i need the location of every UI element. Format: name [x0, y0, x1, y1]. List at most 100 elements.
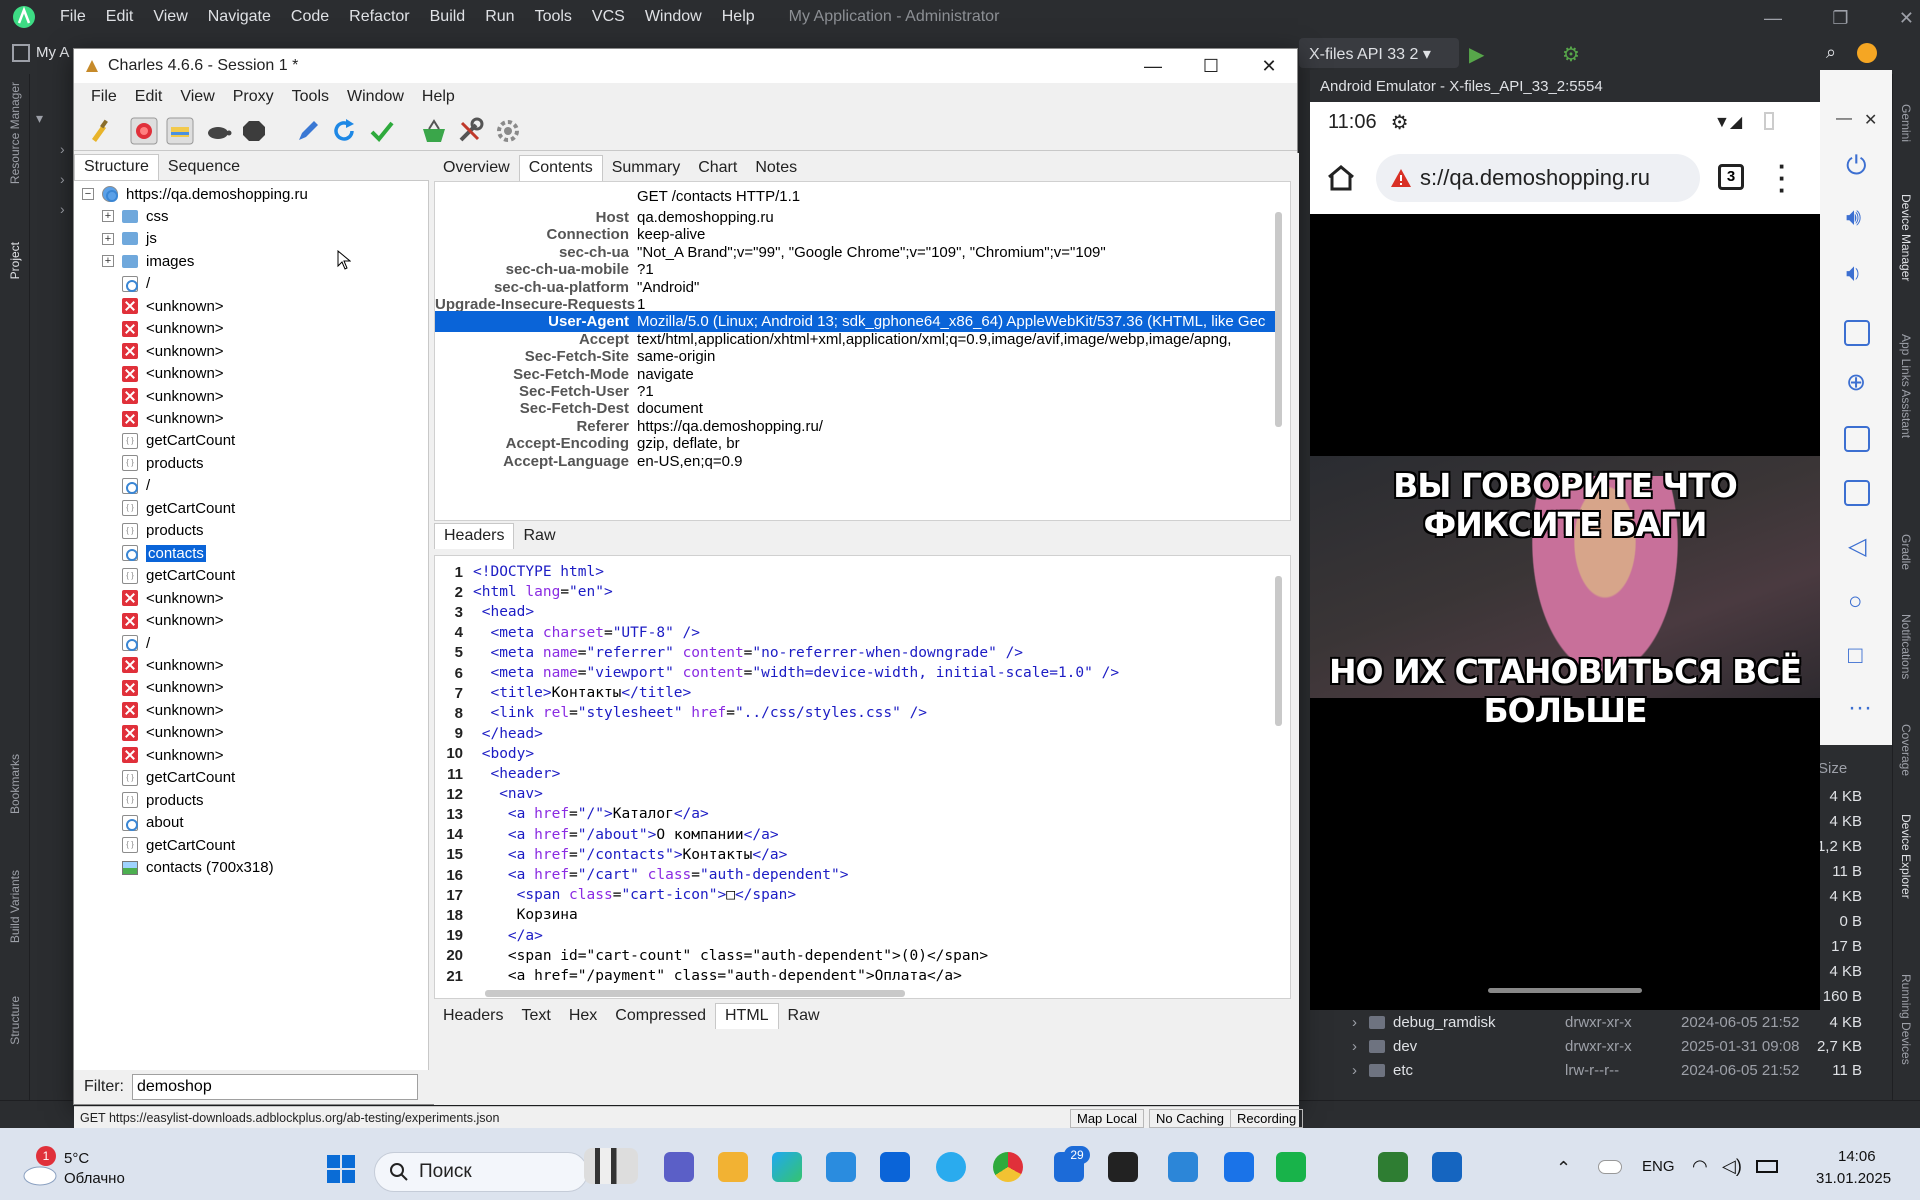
tab-response-compressed[interactable]: Compressed [606, 1004, 715, 1029]
tab-response-hex[interactable]: Hex [560, 1004, 606, 1029]
minimize-icon[interactable]: — [1764, 8, 1782, 29]
tree-item[interactable]: contacts (700x318) [102, 857, 274, 879]
chevron-right-icon[interactable]: › [1352, 1038, 1357, 1055]
more-options-icon[interactable]: ··· [1848, 694, 1872, 722]
tab-contents[interactable]: Contents [518, 155, 603, 181]
close-button[interactable]: ✕ [1240, 49, 1298, 83]
tree-item[interactable]: − https://qa.demoshopping.ru [82, 183, 308, 205]
no-caching-button[interactable]: No Caching [1149, 1109, 1231, 1128]
tool-device-manager[interactable]: Device Manager [1899, 194, 1913, 281]
file-explorer-icon[interactable] [718, 1152, 748, 1182]
expand-icon[interactable]: + [102, 210, 114, 223]
tab-response-raw[interactable]: Raw [779, 1004, 829, 1029]
search-icon[interactable]: ⌕ [1826, 42, 1836, 63]
tree-item[interactable]: { } getCartCount [102, 430, 235, 452]
menu-window[interactable]: Window [338, 88, 413, 106]
refresh-icon[interactable] [330, 117, 358, 145]
stop-sign-icon[interactable] [240, 117, 268, 145]
tree-item[interactable]: + css [102, 205, 169, 227]
tree-item[interactable]: <unknown> [102, 408, 224, 430]
run-icon[interactable]: ▶ [1469, 42, 1484, 67]
tab-summary[interactable]: Summary [603, 156, 689, 181]
debug-icon[interactable]: ⚙ [1562, 42, 1580, 67]
tree-item[interactable]: <unknown> [102, 363, 224, 385]
tool-notifications[interactable]: Notifications [1899, 614, 1913, 679]
file-row[interactable]: › dev drwxr-xr-x 2025-01-31 09:08 2,7 KB [1318, 1034, 1892, 1058]
ide-menu-tools[interactable]: Tools [525, 8, 582, 26]
tab-request-raw[interactable]: Raw [514, 524, 564, 549]
menu-edit[interactable]: Edit [126, 88, 172, 106]
request-line-row[interactable]: GET /contacts HTTP/1.1 [435, 186, 1275, 207]
tab-response-headers[interactable]: Headers [434, 1004, 512, 1029]
ide-menu-view[interactable]: View [143, 8, 197, 26]
rotate-right-icon[interactable] [1844, 480, 1870, 506]
record-icon[interactable] [130, 117, 158, 145]
ide-menu-build[interactable]: Build [420, 8, 476, 26]
tool-structure[interactable]: Structure [8, 996, 22, 1045]
tool-build-variants[interactable]: Build Variants [8, 870, 22, 943]
ide-menu-navigate[interactable]: Navigate [198, 8, 281, 26]
tab-count-button[interactable]: 3 [1718, 164, 1744, 190]
filter-input[interactable] [132, 1074, 418, 1100]
tree-item[interactable]: <unknown> [102, 654, 224, 676]
tree-item[interactable]: <unknown> [102, 722, 224, 744]
size-column-header[interactable]: Size [1818, 760, 1847, 777]
tree-item[interactable]: + images [102, 250, 194, 272]
language-indicator[interactable]: ENG [1642, 1158, 1675, 1175]
tree-item[interactable]: contacts [102, 542, 206, 564]
volume-down-icon[interactable]: 🔉︎ [1846, 260, 1861, 288]
checkmark-icon[interactable] [368, 117, 396, 145]
menu-tools[interactable]: Tools [283, 88, 338, 106]
tree-item[interactable]: { } getCartCount [102, 565, 235, 587]
zebra-widget-icon[interactable] [584, 1148, 638, 1184]
ide-menu-edit[interactable]: Edit [96, 8, 144, 26]
header-row[interactable]: Accept-Language en-US,en;q=0.9 [435, 451, 1275, 472]
code-vertical-scrollbar[interactable] [1275, 576, 1282, 726]
emu-close-icon[interactable]: ✕ [1864, 110, 1877, 130]
gesture-bar[interactable] [1488, 988, 1642, 993]
tool-gradle[interactable]: Gradle [1899, 534, 1913, 570]
tree-item[interactable]: <unknown> [102, 610, 224, 632]
expand-icon[interactable]: + [102, 255, 114, 268]
tree-item[interactable]: { } products [102, 789, 204, 811]
tree-item[interactable]: <unknown> [102, 295, 224, 317]
code-horizontal-scrollbar[interactable] [485, 990, 905, 997]
menu-view[interactable]: View [171, 88, 223, 106]
headers-scrollbar[interactable] [1275, 212, 1282, 427]
tree-item[interactable]: { } getCartCount [102, 834, 235, 856]
overview-icon[interactable]: □ [1848, 642, 1863, 670]
tab-notes[interactable]: Notes [746, 156, 806, 181]
tree-item[interactable]: <unknown> [102, 318, 224, 340]
ide-menu-code[interactable]: Code [281, 8, 339, 26]
throttle-icon[interactable] [166, 117, 194, 145]
window-app-icon[interactable] [1168, 1152, 1198, 1182]
ide-menu-refactor[interactable]: Refactor [339, 8, 419, 26]
pen-edit-icon[interactable] [294, 117, 322, 145]
chrome-icon[interactable] [993, 1152, 1023, 1182]
onedrive-icon[interactable] [1598, 1160, 1622, 1174]
tree-item[interactable]: about [102, 812, 184, 834]
tree-item[interactable]: / [102, 273, 150, 295]
device-selector[interactable]: X-files API 33 2 ▾ [1299, 38, 1459, 68]
tool-app-links[interactable]: App Links Assistant [1899, 334, 1913, 438]
windows-start-icon[interactable] [326, 1154, 356, 1184]
teams-icon[interactable] [664, 1152, 694, 1182]
menu-help[interactable]: Help [413, 88, 464, 106]
ide-menu-help[interactable]: Help [712, 8, 765, 26]
tree-item[interactable]: <unknown> [102, 587, 224, 609]
ide-menu-window[interactable]: Window [635, 8, 712, 26]
battery-icon[interactable] [1756, 1160, 1778, 1173]
tab-response-html[interactable]: HTML [714, 1003, 779, 1029]
map-local-button[interactable]: Map Local [1070, 1109, 1144, 1128]
android-app-icon[interactable] [1378, 1152, 1408, 1182]
back-icon[interactable]: ◁ [1848, 532, 1866, 561]
sidebar-toggle-icon[interactable] [12, 44, 30, 62]
tab-structure[interactable]: Structure [74, 154, 159, 180]
emu-minimize-icon[interactable]: — [1836, 110, 1852, 128]
tree-item[interactable]: { } products [102, 452, 204, 474]
tool-gemini[interactable]: Gemini [1899, 104, 1913, 142]
tree-item[interactable]: { } products [102, 520, 204, 542]
ide-menu-file[interactable]: File [50, 8, 96, 26]
chevron-up-icon[interactable]: ⌃ [1556, 1158, 1571, 1179]
turtle-icon[interactable] [204, 117, 232, 145]
